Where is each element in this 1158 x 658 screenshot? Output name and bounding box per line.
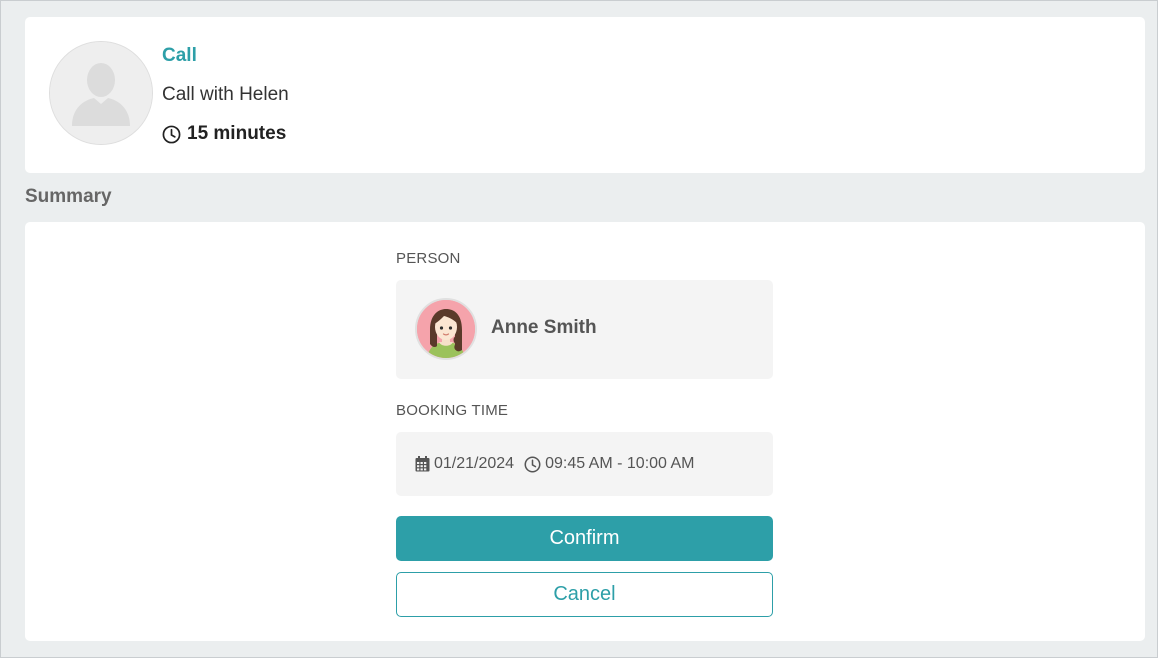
cancel-button[interactable]: Cancel — [396, 572, 773, 617]
person-box: Anne Smith — [396, 280, 773, 379]
summary-heading: Summary — [25, 186, 112, 207]
event-name: Call with Helen — [162, 84, 289, 105]
clock-icon — [524, 456, 541, 472]
event-card: Call Call with Helen 15 minutes — [25, 17, 1145, 173]
confirm-button[interactable]: Confirm — [396, 516, 773, 561]
booking-date: 01/21/2024 — [434, 455, 515, 472]
clock-icon — [162, 125, 181, 143]
person-label: PERSON — [396, 250, 461, 267]
booking-time-range: 09:45 AM - 10:00 AM — [545, 455, 695, 472]
person-name: Anne Smith — [491, 317, 597, 338]
event-duration-text: 15 minutes — [187, 123, 287, 144]
booking-time-box: 01/21/2024 09:45 AM - 10:00 AM — [396, 432, 773, 496]
person-avatar — [415, 298, 477, 360]
summary-card: PERSON Anne Smith BOOKING TIME 01/21/202… — [25, 222, 1145, 641]
event-type: Call — [162, 45, 197, 66]
event-duration: 15 minutes — [162, 123, 286, 145]
calendar-icon — [415, 456, 430, 472]
event-avatar-placeholder-icon — [49, 41, 153, 145]
booking-time-label: BOOKING TIME — [396, 402, 509, 419]
